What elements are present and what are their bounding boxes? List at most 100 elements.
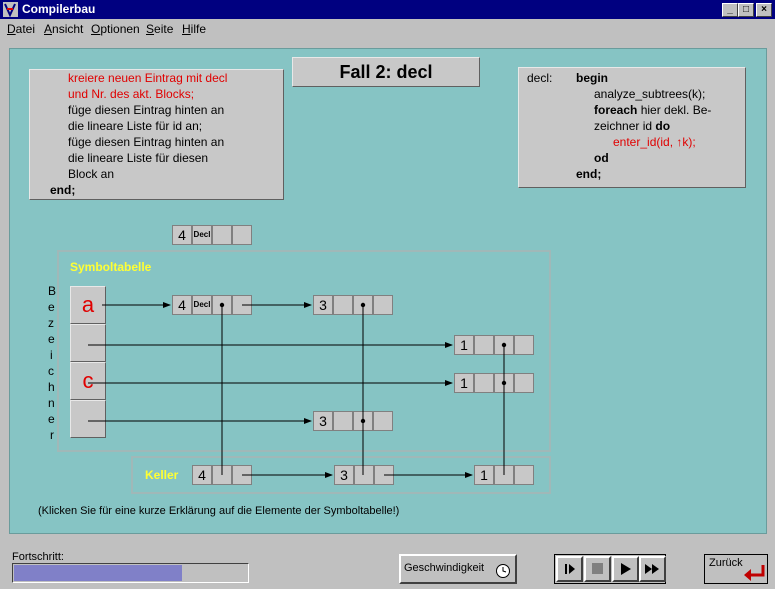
menu-seite[interactable]: Seite (146, 22, 173, 36)
new-entry-field[interactable] (212, 225, 232, 245)
bezeichner-letter: B (48, 284, 57, 298)
entry-pointer[interactable] (514, 373, 534, 393)
entry-num[interactable]: 4 (172, 295, 192, 315)
close-button[interactable]: × (756, 3, 772, 17)
symboltabelle-label: Symboltabelle (70, 260, 152, 274)
entry-num[interactable]: 3 (313, 295, 333, 315)
decl-code-panel: decl: begin analyze_subtrees(k); foreach… (518, 67, 746, 188)
identifier-cell-c[interactable]: c (70, 362, 106, 400)
entry-pointer[interactable] (494, 335, 514, 355)
fast-forward-icon (645, 564, 659, 574)
entry-pointer[interactable] (232, 295, 252, 315)
entry-field[interactable] (474, 373, 494, 393)
stop-icon (592, 563, 603, 574)
menu-optionen[interactable]: Optionen (91, 22, 140, 36)
code-keyword: do (655, 119, 671, 133)
speed-button-label: Geschwindigkeit (404, 562, 485, 574)
identifier-cell-2[interactable] (70, 324, 106, 362)
keller-field[interactable] (494, 465, 514, 485)
entry-pointer[interactable] (373, 295, 393, 315)
entry-num[interactable]: 1 (454, 373, 474, 393)
entry-pointer[interactable] (494, 373, 514, 393)
entry-num[interactable]: 1 (454, 335, 474, 355)
code-line: Block an (68, 167, 115, 181)
visualization-canvas: kreiere neuen Eintrag mit decl und Nr. d… (9, 48, 767, 534)
menu-ansicht[interactable]: Ansicht (44, 22, 83, 36)
bezeichner-letter: n (48, 396, 55, 410)
keller-pointer[interactable] (514, 465, 534, 485)
playback-controls (554, 554, 666, 584)
back-arrow-icon (744, 565, 765, 581)
play-icon (621, 563, 631, 575)
progress-label: Fortschritt: (12, 551, 64, 563)
stop-button[interactable] (584, 556, 611, 582)
code-keyword: end; (576, 167, 602, 181)
keller-pointer[interactable] (374, 465, 394, 485)
case-title: Fall 2: decl (292, 57, 480, 87)
entry-pointer[interactable] (353, 411, 373, 431)
window-title: Compilerbau (22, 2, 96, 16)
progress-fill (14, 565, 182, 581)
algorithm-panel: kreiere neuen Eintrag mit decl und Nr. d… (29, 69, 284, 200)
entry-field[interactable] (333, 411, 353, 431)
entry-pointer[interactable] (373, 411, 393, 431)
menu-bar: Datei Ansicht Optionen Seite Hilfe (0, 19, 775, 38)
code-keyword: od (594, 151, 609, 165)
clock-icon (496, 564, 510, 578)
bezeichner-letter: r (50, 428, 54, 442)
back-button-label: Zurück (709, 557, 743, 569)
entry-pointer[interactable] (212, 295, 232, 315)
menu-datei[interactable]: Datei (7, 22, 35, 36)
step-button[interactable] (556, 556, 583, 582)
hint-text: (Klicken Sie für eine kurze Erklärung au… (38, 505, 400, 517)
maximize-button[interactable]: □ (738, 3, 754, 17)
identifier-cell-a[interactable]: a (70, 286, 106, 324)
new-entry-tag[interactable]: Decl (192, 225, 212, 245)
menu-hilfe[interactable]: Hilfe (182, 22, 206, 36)
bezeichner-letter: c (48, 364, 54, 378)
code-keyword: begin (576, 71, 608, 85)
code-line: hier dekl. Be- (637, 103, 712, 117)
code-line: kreiere neuen Eintrag mit decl (68, 71, 228, 85)
entry-field[interactable] (333, 295, 353, 315)
keller-field[interactable] (354, 465, 374, 485)
bezeichner-letter: e (48, 332, 55, 346)
new-entry-field[interactable] (232, 225, 252, 245)
minimize-button[interactable]: _ (722, 3, 738, 17)
bezeichner-letter: h (48, 380, 55, 394)
keller-num[interactable]: 3 (334, 465, 354, 485)
app-icon (3, 2, 18, 17)
speed-button[interactable]: Geschwindigkeit (399, 554, 517, 584)
fast-forward-button[interactable] (639, 556, 666, 582)
back-button[interactable]: Zurück (704, 554, 768, 584)
new-entry-num[interactable]: 4 (172, 225, 192, 245)
entry-num[interactable]: 3 (313, 411, 333, 431)
entry-pointer[interactable] (353, 295, 373, 315)
progress-bar (12, 563, 249, 583)
entry-tag[interactable]: Decl (192, 295, 212, 315)
bezeichner-letter: e (48, 412, 55, 426)
code-line: zeichner id (594, 119, 656, 133)
control-bar: Fortschritt: Geschwindigkeit Zurück (0, 543, 775, 589)
entry-field[interactable] (474, 335, 494, 355)
entry-pointer[interactable] (514, 335, 534, 355)
play-button[interactable] (612, 556, 639, 582)
keller-pointer[interactable] (232, 465, 252, 485)
code-line: end; (50, 183, 76, 197)
keller-num[interactable]: 1 (474, 465, 494, 485)
identifier-cell-4[interactable] (70, 400, 106, 438)
keller-field[interactable] (212, 465, 232, 485)
keller-num[interactable]: 4 (192, 465, 212, 485)
code-label: decl: (527, 71, 553, 85)
bezeichner-letter: z (48, 316, 54, 330)
code-line: enter_id(id, ↑k); (613, 135, 696, 149)
title-bar: Compilerbau _ □ × (0, 0, 775, 19)
step-icon (565, 564, 575, 574)
code-line: füge diesen Eintrag hinten an (68, 135, 225, 149)
code-keyword: foreach (594, 103, 638, 117)
bezeichner-letter: e (48, 300, 55, 314)
code-line: füge diesen Eintrag hinten an (68, 103, 225, 117)
bezeichner-letter: i (50, 348, 53, 362)
code-line: die lineare Liste für diesen (68, 151, 209, 165)
code-line: analyze_subtrees(k); (594, 87, 706, 101)
